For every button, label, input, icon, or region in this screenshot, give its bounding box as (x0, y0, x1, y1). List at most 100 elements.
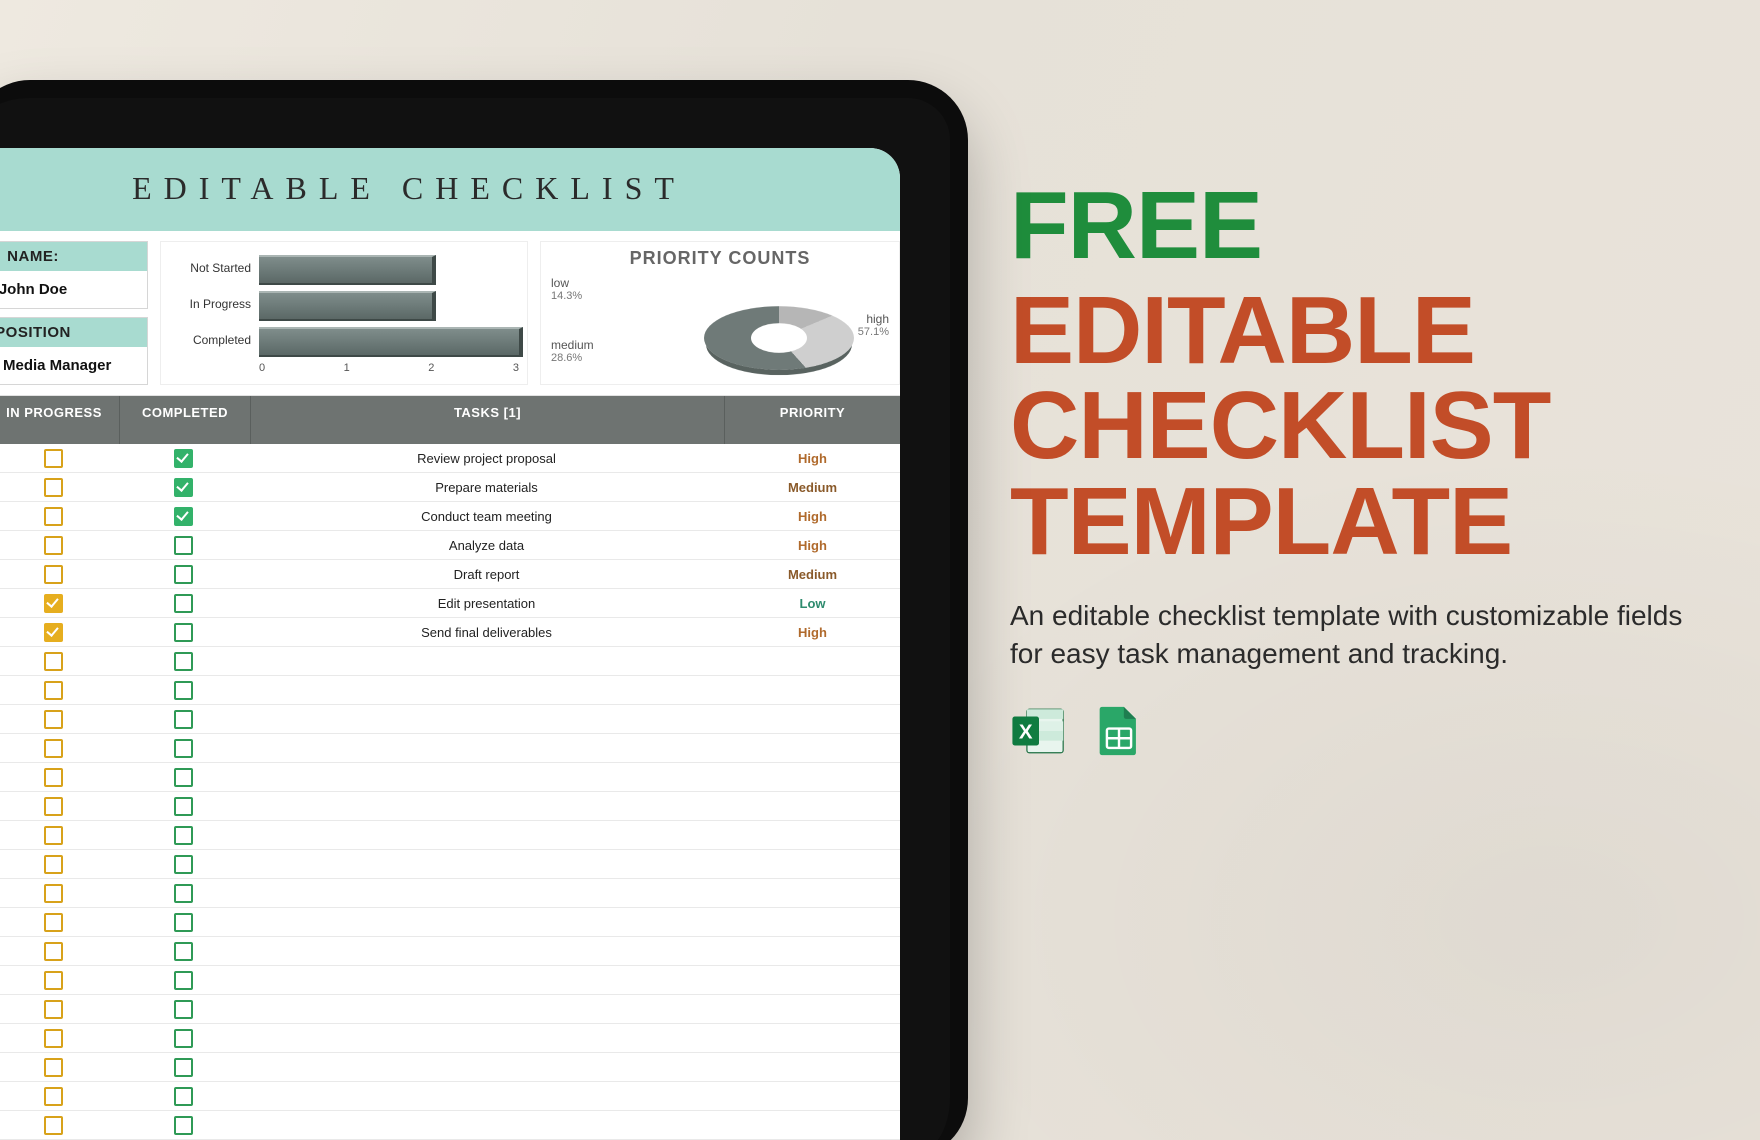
checkbox-green[interactable] (174, 1116, 193, 1135)
bar-row: Completed (169, 322, 519, 358)
checkbox-amber[interactable] (44, 1058, 63, 1077)
sheet-title-bar: EDITABLE CHECKLIST (0, 148, 900, 231)
table-body: Review project proposalHighPrepare mater… (0, 444, 900, 1140)
checkbox-green[interactable] (174, 768, 193, 787)
sheet-title-text: EDITABLE CHECKLIST (132, 170, 686, 206)
checkbox-green[interactable] (174, 478, 193, 497)
position-label: POSITION (0, 318, 147, 347)
task-cell: Review project proposal (248, 451, 725, 466)
checkbox-green[interactable] (174, 449, 193, 468)
checkbox-green[interactable] (174, 797, 193, 816)
table-row (0, 734, 900, 763)
checkbox-green[interactable] (174, 971, 193, 990)
promo-line-editable: EDITABLE (1010, 285, 1710, 376)
table-row (0, 1082, 900, 1111)
checkbox-amber[interactable] (44, 536, 63, 555)
checkbox-green[interactable] (174, 507, 193, 526)
priority-cell: High (725, 451, 900, 466)
checkbox-green[interactable] (174, 1087, 193, 1106)
bar-label: Not Started (169, 261, 251, 275)
checkbox-amber[interactable] (44, 1116, 63, 1135)
position-card: POSITION Social Media Manager (0, 317, 148, 385)
checkbox-green[interactable] (174, 594, 193, 613)
pie-label-low: low14.3% (551, 276, 582, 302)
checkbox-amber[interactable] (44, 478, 63, 497)
excel-icon: X (1010, 702, 1068, 760)
bar-fill (259, 291, 436, 321)
checkbox-green[interactable] (174, 681, 193, 700)
checkbox-amber[interactable] (44, 1087, 63, 1106)
checkbox-green[interactable] (174, 1029, 193, 1048)
bar-row: Not Started (169, 250, 519, 286)
priority-cell: Medium (725, 480, 900, 495)
svg-text:X: X (1019, 721, 1033, 744)
checkbox-green[interactable] (174, 1000, 193, 1019)
task-cell: Conduct team meeting (248, 509, 725, 524)
table-row (0, 1111, 900, 1140)
task-cell: Analyze data (248, 538, 725, 553)
checkbox-amber[interactable] (44, 710, 63, 729)
pie-label-high: high57.1% (858, 312, 889, 338)
checkbox-green[interactable] (174, 826, 193, 845)
priority-cell: High (725, 625, 900, 640)
checkbox-amber[interactable] (44, 855, 63, 874)
checkbox-amber[interactable] (44, 594, 63, 613)
checkbox-amber[interactable] (44, 768, 63, 787)
checkbox-amber[interactable] (44, 826, 63, 845)
table-row (0, 763, 900, 792)
priority-cell: High (725, 538, 900, 553)
checkbox-amber[interactable] (44, 1000, 63, 1019)
bar-row: In Progress (169, 286, 519, 322)
table-row (0, 792, 900, 821)
table-row (0, 647, 900, 676)
checkbox-amber[interactable] (44, 681, 63, 700)
pie-chart-title: PRIORITY COUNTS (541, 248, 899, 269)
checkbox-amber[interactable] (44, 884, 63, 903)
table-row (0, 1053, 900, 1082)
pie-label-medium: medium28.6% (551, 338, 594, 364)
checkbox-green[interactable] (174, 652, 193, 671)
task-cell: Draft report (248, 567, 725, 582)
checkbox-amber[interactable] (44, 797, 63, 816)
checkbox-amber[interactable] (44, 942, 63, 961)
col-head-in-progress: IN PROGRESS (0, 396, 120, 444)
checkbox-amber[interactable] (44, 623, 63, 642)
checkbox-green[interactable] (174, 1058, 193, 1077)
promo-panel: FREE EDITABLE CHECKLIST TEMPLATE An edit… (1010, 180, 1710, 760)
checkbox-green[interactable] (174, 942, 193, 961)
table-row: Prepare materialsMedium (0, 473, 900, 502)
pie-donut (704, 306, 854, 370)
checkbox-amber[interactable] (44, 971, 63, 990)
table-row (0, 850, 900, 879)
table-row: Review project proposalHigh (0, 444, 900, 473)
col-head-tasks: TASKS [1] (251, 396, 725, 444)
checkbox-amber[interactable] (44, 449, 63, 468)
axis-tick: 0 (259, 362, 265, 374)
checkbox-green[interactable] (174, 855, 193, 874)
priority-cell: Low (725, 596, 900, 611)
bar-label: Completed (169, 333, 251, 347)
name-value: John Doe (0, 271, 147, 308)
checkbox-green[interactable] (174, 739, 193, 758)
checkbox-amber[interactable] (44, 1029, 63, 1048)
axis-tick: 1 (344, 362, 350, 374)
checkbox-amber[interactable] (44, 739, 63, 758)
checkbox-green[interactable] (174, 565, 193, 584)
table-header: T STARTED IN PROGRESS COMPLETED TASKS [1… (0, 396, 900, 444)
checkbox-green[interactable] (174, 623, 193, 642)
checkbox-green[interactable] (174, 710, 193, 729)
checkbox-amber[interactable] (44, 913, 63, 932)
checkbox-amber[interactable] (44, 652, 63, 671)
table-row (0, 879, 900, 908)
checkbox-green[interactable] (174, 913, 193, 932)
checkbox-amber[interactable] (44, 507, 63, 526)
checkbox-amber[interactable] (44, 565, 63, 584)
checkbox-green[interactable] (174, 536, 193, 555)
table-row (0, 937, 900, 966)
table-row (0, 821, 900, 850)
table-row: Conduct team meetingHigh (0, 502, 900, 531)
bar-label: In Progress (169, 297, 251, 311)
checkbox-green[interactable] (174, 884, 193, 903)
promo-line-template: TEMPLATE (1010, 476, 1710, 567)
task-cell: Edit presentation (248, 596, 725, 611)
